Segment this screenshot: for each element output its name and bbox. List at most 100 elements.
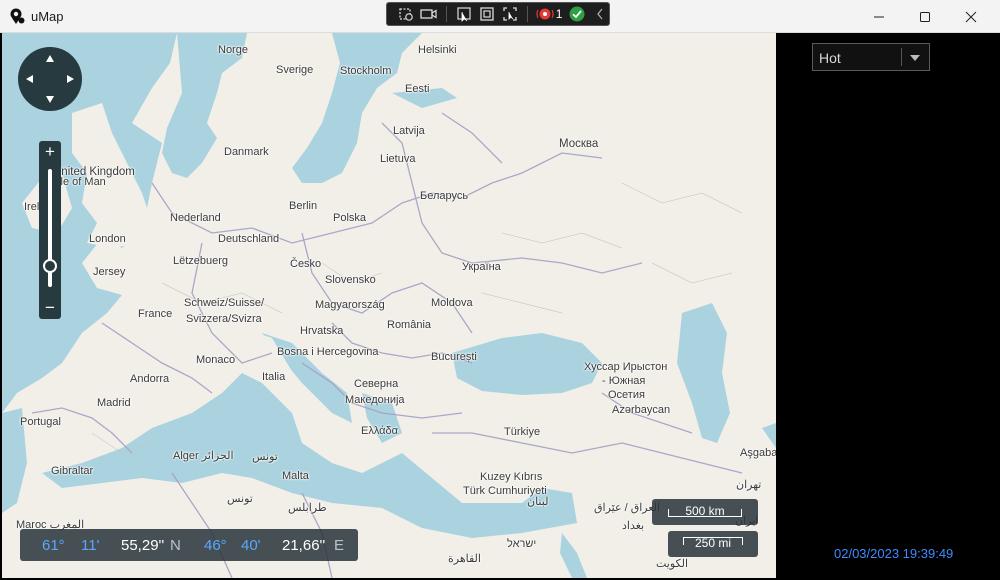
select-pointer-icon[interactable] [455,5,472,23]
map-label: Latvija [393,125,425,137]
map-label: Danmark [224,146,269,158]
lat-minutes: 11' [81,537,100,554]
region-select-icon[interactable] [502,5,519,23]
zoom-out-button[interactable]: − [39,299,61,317]
maximize-icon[interactable] [902,0,948,33]
map-label: Andorra [130,373,170,385]
umap-logo-icon [10,8,25,24]
zoom-slider: + − [39,141,61,319]
map-label: Moldova [431,297,473,309]
map-label: Хуссар Ирыстон [584,361,668,373]
map-label: Magyarország [315,299,385,311]
map-label: București [431,351,477,363]
map-label: Hrvatska [300,325,344,337]
map-label: Eesti [405,83,430,95]
map-label: Monaco [196,354,236,366]
map-label: Северна [354,378,399,390]
screenshot-region-icon[interactable] [397,5,414,23]
map-label: ישראל [507,538,537,550]
lat-seconds: 55,29'' [121,537,165,554]
scale-km-label: 500 km [685,504,725,518]
record-count: 1 [555,7,563,21]
map-label: Македонија [345,394,405,406]
map-label: Portugal [20,416,61,428]
side-panel: Hot 02/03/2023 19:39:49 [776,33,998,580]
map-label: Lëtzebuerg [173,255,229,267]
map-label: Berlin [289,200,318,212]
pan-control [18,47,82,111]
map-label: تونس [227,493,253,505]
map-tiles [2,33,776,578]
map-label: Malta [282,470,309,482]
lon-minutes: 40' [241,537,261,554]
pan-left-icon[interactable] [26,75,33,83]
map-label: لبنان [527,496,549,508]
zoom-in-button[interactable]: + [39,143,61,161]
map-label: Česko [290,258,322,270]
map-label: Bosna i Hercegovina [277,346,379,358]
lon-hemisphere: E [334,537,345,554]
map-label: Madrid [97,397,131,409]
scale-km: 500 km [652,499,758,525]
zoom-knob[interactable] [43,258,57,273]
map-label: România [387,319,432,331]
map-label: France [138,308,173,320]
map-label: بغداد [622,520,645,532]
scale-mi: 250 mi [668,531,758,557]
map-label: London [89,233,126,245]
map-label: Alger الجزائر [173,450,234,462]
map-label: Sverige [276,64,314,76]
map-label: Stockholm [340,65,392,77]
timestamp: 02/03/2023 19:39:49 [834,546,954,561]
map-label: Kuzey Kıbrıs [480,471,543,483]
map-canvas[interactable]: Norge Sverige Helsinki Stockholm Eesti L… [2,33,776,578]
map-label: Nederland [170,212,221,224]
map-label: Ελλάδα [361,425,399,437]
map-label: Jersey [93,266,126,278]
map-label: طرابلس [288,502,327,514]
window-capture-icon[interactable] [478,5,495,23]
capture-toolbar: 1 [386,2,610,26]
pan-down-icon[interactable] [46,96,54,103]
map-label: Helsinki [418,44,457,56]
layer-select-value: Hot [819,50,841,66]
chevron-left-icon[interactable] [592,5,609,23]
lat-degrees: 61° [42,537,65,554]
map-label: Deutschland [218,233,280,245]
scale-mi-label: 250 mi [694,536,732,550]
map-label: Gibraltar [51,465,94,477]
map-label: Polska [333,212,367,224]
layer-select[interactable]: Hot [812,43,930,71]
chevron-down-icon[interactable] [910,55,920,61]
checkmark-icon[interactable] [568,5,585,23]
video-camera-icon[interactable] [420,5,438,23]
map-label: Україна [462,261,501,273]
map-label: Москва [559,138,599,150]
window-title: uMap [31,9,64,24]
map-label: Türkiye [504,426,541,438]
map-label: Беларусь [420,190,469,202]
pan-right-icon[interactable] [67,75,74,83]
map-label: العراق / عێراق [594,502,661,514]
map-label: القاهرة [448,553,481,565]
map-label: Azərbaycan [612,404,671,416]
lat-hemisphere: N [170,537,181,554]
map-label: الكويت [656,558,689,570]
map-label: Norge [218,44,248,56]
map-label: - Южная [602,375,646,387]
minimize-icon[interactable] [856,0,902,33]
record-icon[interactable] [536,5,554,23]
map-label: تهران [736,479,762,491]
map-label: Aşgabat [740,447,776,459]
window-titlebar: uMap 1 [0,0,1000,33]
close-icon[interactable] [948,0,994,33]
map-label: تونس [252,451,278,463]
map-label: Lietuva [380,153,416,165]
coordinates-readout: 61° 11' 55,29'' N 46° 40' 21,66'' E [20,529,358,561]
map-label: Italia [262,371,286,383]
lon-seconds: 21,66'' [282,537,326,554]
map-label: Schweiz/Suisse/ [184,297,265,309]
lon-degrees: 46° [204,537,227,554]
pan-up-icon[interactable] [46,55,54,62]
map-label: Svizzera/Svizra [186,313,262,325]
